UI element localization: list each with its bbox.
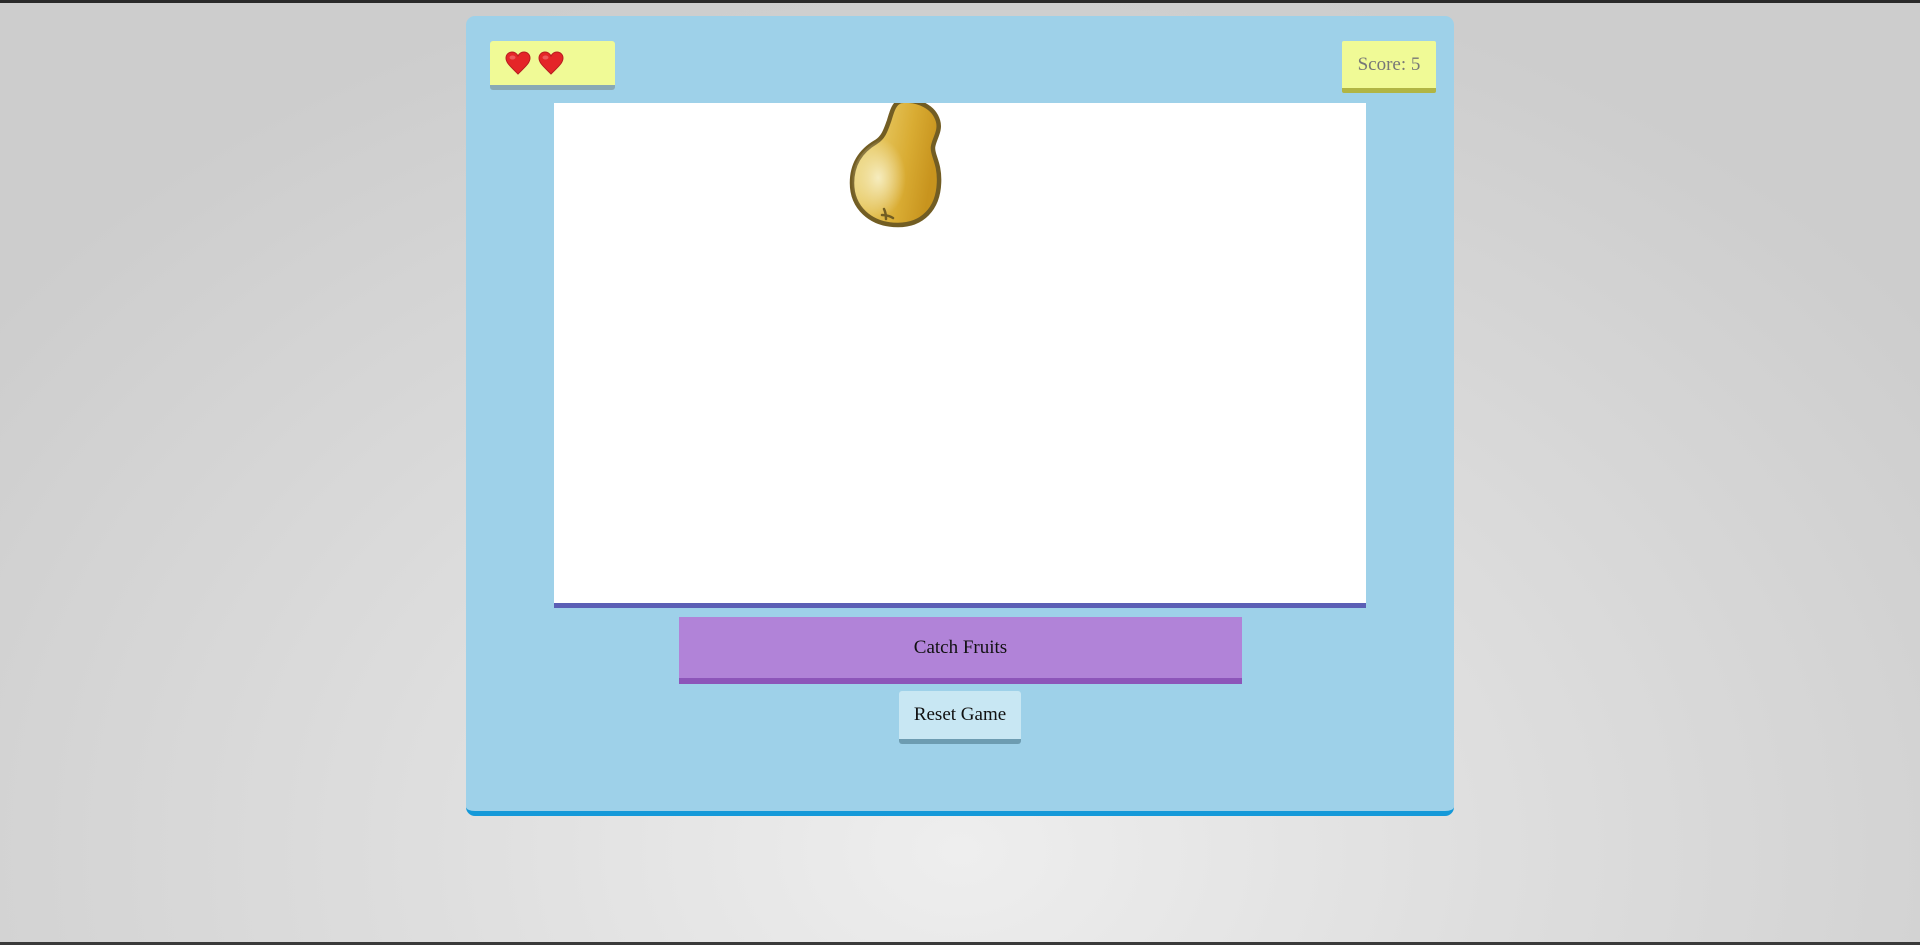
score-display: Score: 5 (1342, 41, 1436, 93)
catch-fruits-button[interactable]: Catch Fruits (679, 617, 1242, 684)
reset-game-button[interactable]: Reset Game (899, 691, 1021, 744)
window-top-edge (0, 0, 1920, 3)
heart-icon (505, 51, 531, 75)
pear-icon[interactable] (826, 103, 956, 253)
play-area[interactable] (554, 103, 1366, 608)
game-panel: Score: 5 Catch Fruits Reset Game (466, 16, 1454, 816)
lives-display (490, 41, 615, 90)
heart-icon (538, 51, 564, 75)
